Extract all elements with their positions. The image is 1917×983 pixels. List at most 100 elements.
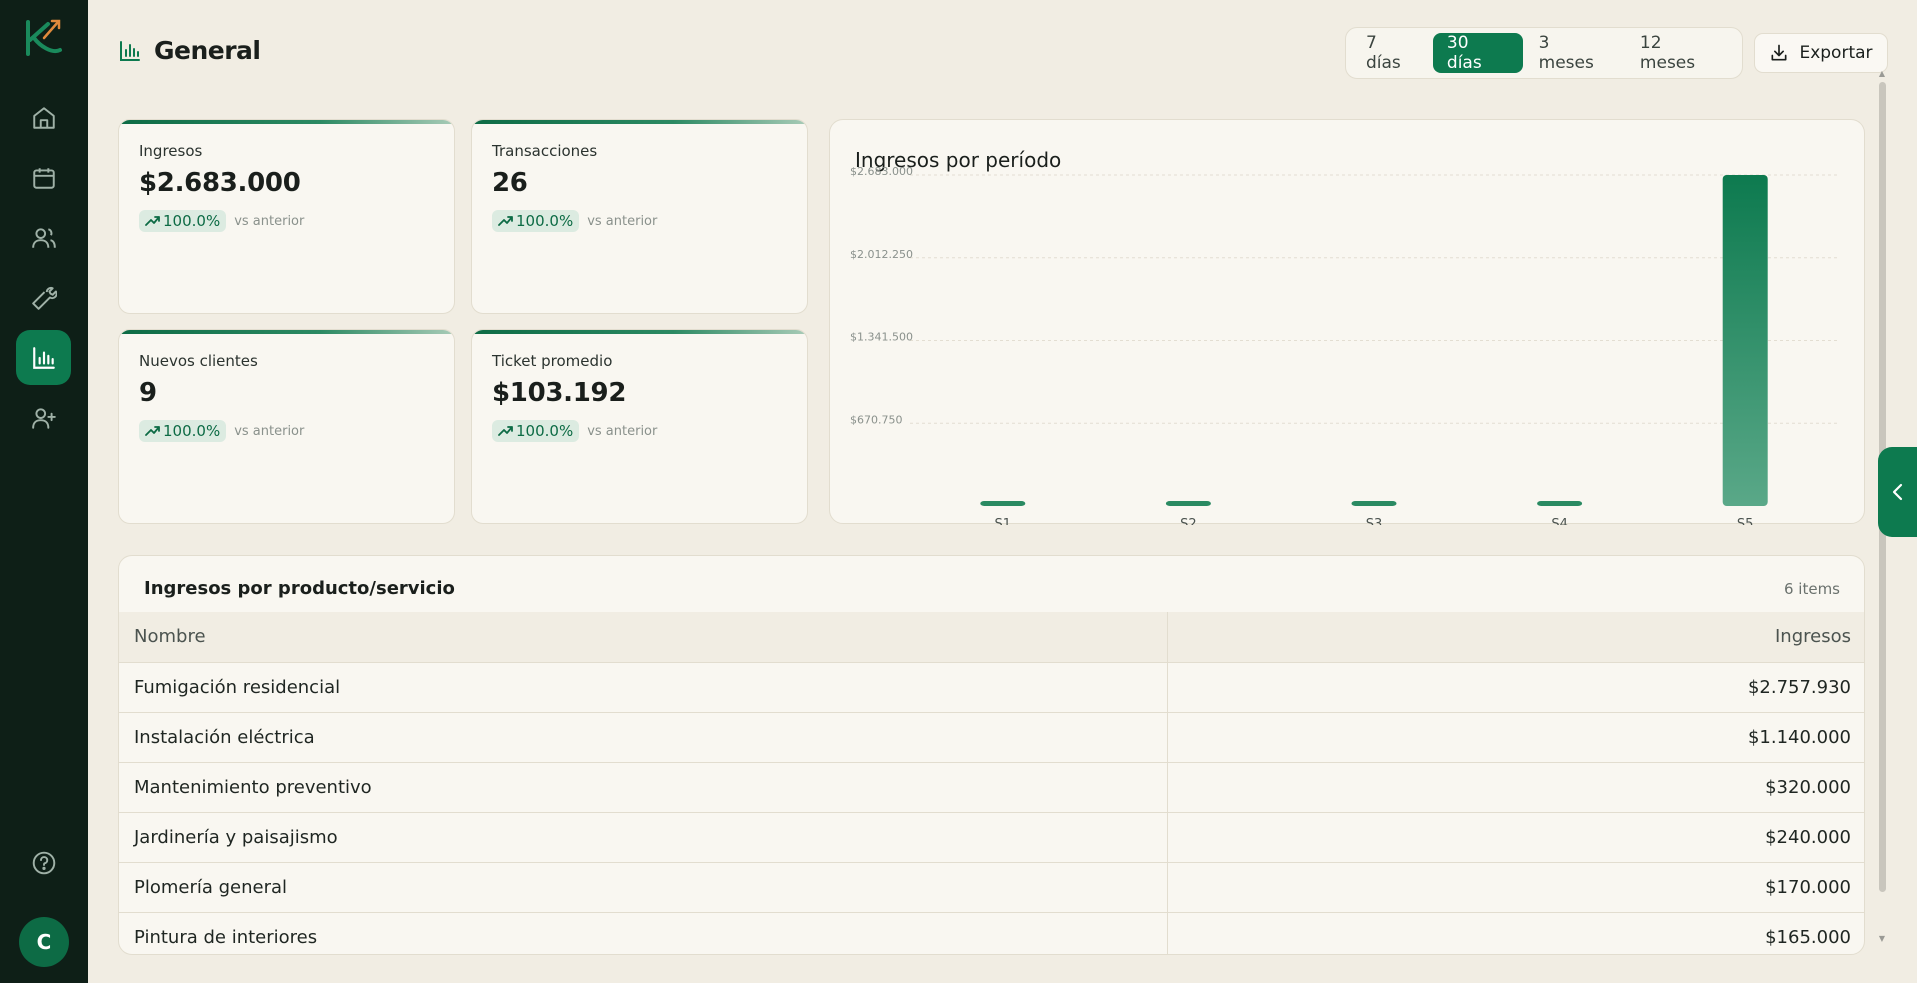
cell-ingresos: $165.000 (1167, 912, 1864, 954)
cell-nombre: Jardinería y paisajismo (119, 812, 1168, 863)
download-icon (1771, 44, 1787, 61)
nav-clients[interactable] (16, 210, 71, 265)
cell-nombre: Pintura de interiores (119, 912, 1168, 954)
cell-ingresos: $240.000 (1167, 812, 1864, 863)
home-icon (32, 106, 55, 129)
cell-nombre: Mantenimiento preventivo (119, 762, 1168, 813)
stat-value: 9 (139, 378, 157, 408)
stat-delta: 100.0% vs anterior (492, 210, 657, 232)
cell-ingresos: $320.000 (1167, 762, 1864, 813)
x-tick-label: S4 (1551, 517, 1568, 525)
bar-chart-icon (32, 346, 55, 369)
chevron-left-icon (1892, 483, 1902, 501)
delta-badge: 100.0% (139, 420, 227, 442)
stat-value: $2.683.000 (139, 168, 301, 198)
page-title-text: General (154, 36, 261, 65)
table-row[interactable]: Pintura de interiores $165.000 (119, 912, 1864, 954)
users-icon (31, 227, 56, 248)
cell-ingresos: $1.140.000 (1167, 712, 1864, 763)
y-tick-label: $1.341.500 (850, 331, 913, 344)
stat-card-transacciones: Transacciones 26 100.0% vs anterior (471, 119, 808, 314)
range-7-days[interactable]: 7 días (1352, 33, 1431, 73)
delta-badge: 100.0% (492, 420, 580, 442)
chart-bar-s1[interactable] (980, 501, 1026, 506)
table-header-row: Nombre Ingresos (119, 612, 1864, 663)
cell-ingresos: $2.757.930 (1167, 662, 1864, 713)
stat-value: $103.192 (492, 378, 627, 408)
stat-value: 26 (492, 168, 528, 198)
stat-card-ticket-promedio: Ticket promedio $103.192 100.0% vs anter… (471, 329, 808, 524)
nav-reports[interactable] (16, 330, 71, 385)
chart-bar-s4[interactable] (1537, 501, 1583, 506)
trending-up-icon (145, 426, 160, 436)
stat-label: Ingresos (139, 142, 203, 160)
nav-add-user[interactable] (16, 390, 71, 445)
table-item-count: 6 items (1783, 580, 1840, 598)
app-logo[interactable] (22, 16, 66, 60)
nav-home[interactable] (16, 90, 71, 145)
table-row[interactable]: Fumigación residencial $2.757.930 (119, 662, 1864, 713)
trending-up-icon (145, 216, 160, 226)
delta-badge: 100.0% (492, 210, 580, 232)
wrench-icon (31, 286, 57, 310)
revenue-bar-chart: $670.750 $1.341.500 $2.012.250 $2.683.000 S1… (850, 165, 1838, 525)
cell-ingresos: $170.000 (1167, 862, 1864, 913)
x-tick-label: S1 (995, 517, 1012, 525)
table-row[interactable]: Instalación eléctrica $1.140.000 (119, 712, 1864, 763)
range-30-days[interactable]: 30 días (1432, 33, 1523, 73)
x-tick-label: S5 (1737, 517, 1754, 525)
table-row[interactable]: Jardinería y paisajismo $240.000 (119, 812, 1864, 863)
table-row[interactable]: Plomería general $170.000 (119, 862, 1864, 913)
delta-value: 100.0% (516, 212, 574, 230)
chart-bar-s3[interactable] (1351, 501, 1397, 506)
sidebar: C (0, 0, 88, 983)
delta-badge: 100.0% (139, 210, 227, 232)
stat-label: Nuevos clientes (139, 352, 258, 370)
y-tick-label: $2.012.250 (850, 248, 913, 261)
export-button[interactable]: Exportar (1754, 33, 1888, 73)
stat-delta: 100.0% vs anterior (139, 210, 304, 232)
bar-chart-icon (120, 40, 140, 61)
cell-nombre: Plomería general (119, 862, 1168, 913)
table-row[interactable]: Mantenimiento preventivo $320.000 (119, 762, 1864, 813)
stat-card-ingresos: Ingresos $2.683.000 100.0% vs anterior (118, 119, 455, 314)
column-header-ingresos[interactable]: Ingresos (1167, 612, 1864, 663)
side-panel-toggle[interactable] (1878, 447, 1917, 537)
range-3-months[interactable]: 3 meses (1525, 33, 1624, 73)
scroll-down-arrow[interactable]: ▼ (1877, 935, 1887, 943)
x-tick-label: S2 (1180, 517, 1197, 525)
chart-bar-s2[interactable] (1165, 501, 1211, 506)
scroll-up-arrow[interactable]: ▲ (1877, 70, 1887, 78)
range-12-months[interactable]: 12 meses (1626, 33, 1736, 73)
delta-note: vs anterior (234, 423, 305, 439)
column-header-nombre[interactable]: Nombre (119, 612, 1168, 663)
y-tick-label: $670.750 (850, 413, 903, 426)
delta-note: vs anterior (587, 213, 658, 229)
nav-services[interactable] (16, 270, 71, 325)
cell-nombre: Fumigación residencial (119, 662, 1168, 713)
stat-label: Transacciones (492, 142, 598, 160)
user-plus-icon (31, 407, 56, 429)
chart-bar-s5[interactable] (1722, 175, 1768, 506)
x-tick-label: S3 (1366, 517, 1383, 525)
trending-up-icon (498, 216, 513, 226)
date-range-selector: 7 días 30 días 3 meses 12 meses (1345, 27, 1743, 79)
user-avatar[interactable]: C (19, 917, 69, 967)
nav-help[interactable] (16, 835, 71, 890)
revenue-table: Nombre Ingresos Fumigación residencial $2… (119, 612, 1864, 954)
delta-note: vs anterior (234, 213, 305, 229)
delta-value: 100.0% (163, 212, 221, 230)
export-label: Exportar (1799, 43, 1873, 63)
nav-calendar[interactable] (16, 150, 71, 205)
stat-label: Ticket promedio (492, 352, 613, 370)
stat-delta: 100.0% vs anterior (139, 420, 304, 442)
table-title: Ingresos por producto/servicio (144, 578, 455, 599)
revenue-chart-card: Ingresos por período $670.750 $1.341.500 $… (829, 119, 1865, 525)
stat-delta: 100.0% vs anterior (492, 420, 657, 442)
stat-card-nuevos-clientes: Nuevos clientes 9 100.0% vs anterior (118, 329, 455, 524)
trending-up-icon (498, 426, 513, 436)
delta-value: 100.0% (516, 422, 574, 440)
y-tick-label: $2.683.000 (850, 165, 913, 178)
cell-nombre: Instalación eléctrica (119, 712, 1168, 763)
help-icon (32, 851, 55, 874)
